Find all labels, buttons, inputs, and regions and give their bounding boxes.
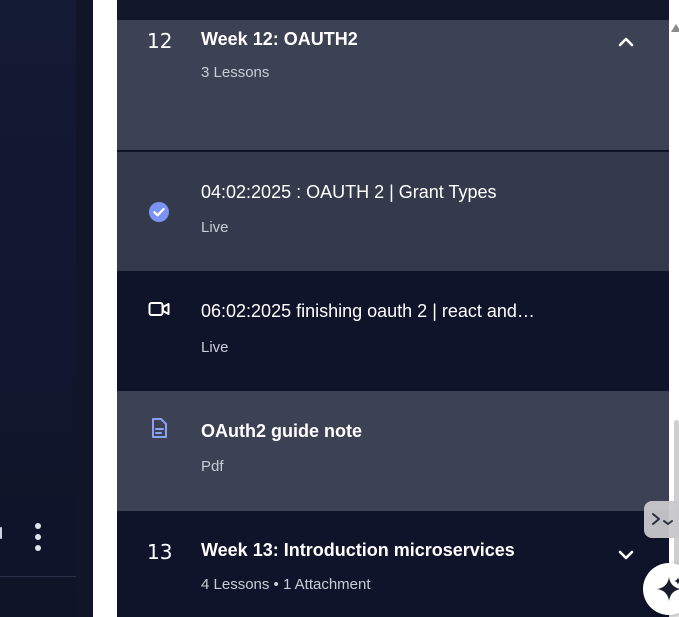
document-icon <box>152 418 167 438</box>
video-camera-icon <box>148 302 170 316</box>
code-chevrons-icon <box>652 513 673 525</box>
pane-divider <box>76 0 93 617</box>
section-header-week-13[interactable]: 13 Week 13: Introduction microservices 4… <box>117 511 669 617</box>
chevron-down-icon[interactable] <box>617 546 635 564</box>
left-pane-footer <box>0 497 76 577</box>
lesson-title: OAuth2 guide note <box>201 421 362 441</box>
lesson-item[interactable]: OAuth2 guide note Pdf <box>117 391 669 511</box>
sparkle-icon <box>657 577 679 601</box>
section-meta: 4 Lessons • 1 Attachment <box>201 576 371 593</box>
check-circle-icon <box>149 202 169 222</box>
section-title: Week 13: Introduction microservices <box>201 540 515 560</box>
lesson-item[interactable]: 04:02:2025 : OAUTH 2 | Grant Types Live <box>117 152 669 271</box>
section-meta: 3 Lessons <box>201 64 270 81</box>
section-number: 13 <box>147 540 173 564</box>
section-title: Week 12: OAUTH2 <box>201 29 358 49</box>
lesson-type: Live <box>201 219 229 236</box>
lesson-item[interactable]: 06:02:2025 finishing oauth 2 | react and… <box>117 271 669 391</box>
side-tab-button[interactable] <box>644 501 679 538</box>
lesson-type: Pdf <box>201 458 224 475</box>
panel-top-edge <box>117 0 669 20</box>
left-pane <box>0 0 76 617</box>
lesson-type: Live <box>201 339 229 356</box>
kebab-menu-icon[interactable] <box>34 523 42 555</box>
scrollbar-thumb[interactable] <box>674 420 679 570</box>
gutter <box>93 0 117 617</box>
section-header-week-12[interactable]: 12 Week 12: OAUTH2 3 Lessons <box>117 20 669 151</box>
footer-edge-marker <box>0 527 2 539</box>
lesson-title: 06:02:2025 finishing oauth 2 | react and… <box>201 301 535 321</box>
section-number: 12 <box>147 29 173 53</box>
chevron-up-icon[interactable] <box>617 33 635 51</box>
scroll-up-arrow-icon[interactable] <box>671 24 679 32</box>
course-curriculum-panel: 12 Week 12: OAUTH2 3 Lessons 04:02:2025 … <box>117 0 669 617</box>
lesson-title: 04:02:2025 : OAUTH 2 | Grant Types <box>201 182 497 202</box>
